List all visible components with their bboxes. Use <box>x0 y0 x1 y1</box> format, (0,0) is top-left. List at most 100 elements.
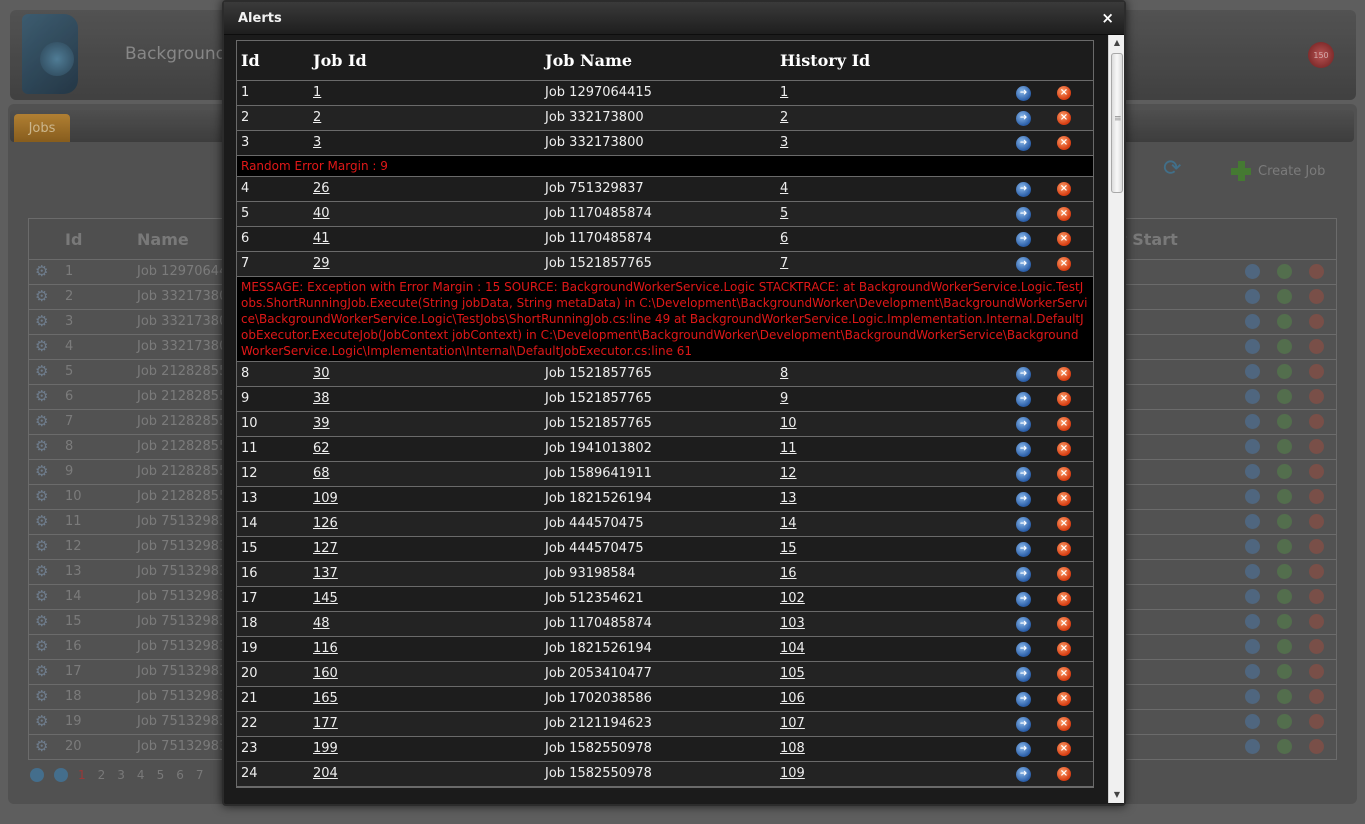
delete-alert-icon[interactable]: × <box>1057 417 1071 431</box>
view-details-icon[interactable]: ➜ <box>1016 182 1031 197</box>
job-id-link[interactable]: 68 <box>313 466 330 481</box>
view-details-icon[interactable]: ➜ <box>1016 742 1031 757</box>
delete-alert-icon[interactable]: × <box>1057 367 1071 381</box>
job-id-link[interactable]: 126 <box>313 516 338 531</box>
view-details-icon[interactable]: ➜ <box>1016 692 1031 707</box>
view-details-icon[interactable]: ➜ <box>1016 517 1031 532</box>
history-id-link[interactable]: 7 <box>780 256 788 271</box>
history-id-link[interactable]: 105 <box>780 666 805 681</box>
job-id-link[interactable]: 40 <box>313 206 330 221</box>
view-details-icon[interactable]: ➜ <box>1016 111 1031 126</box>
job-id-link[interactable]: 26 <box>313 181 330 196</box>
history-id-link[interactable]: 109 <box>780 766 805 781</box>
view-details-icon[interactable]: ➜ <box>1016 467 1031 482</box>
job-id-link[interactable]: 127 <box>313 541 338 556</box>
view-details-icon[interactable]: ➜ <box>1016 492 1031 507</box>
job-id-link[interactable]: 48 <box>313 616 330 631</box>
view-details-icon[interactable]: ➜ <box>1016 542 1031 557</box>
history-id-link[interactable]: 3 <box>780 135 788 150</box>
view-details-icon[interactable]: ➜ <box>1016 367 1031 382</box>
job-id-link[interactable]: 177 <box>313 716 338 731</box>
view-details-icon[interactable]: ➜ <box>1016 567 1031 582</box>
job-id-link[interactable]: 204 <box>313 766 338 781</box>
delete-alert-icon[interactable]: × <box>1057 392 1071 406</box>
delete-alert-icon[interactable]: × <box>1057 86 1071 100</box>
view-details-icon[interactable]: ➜ <box>1016 232 1031 247</box>
view-details-icon[interactable]: ➜ <box>1016 442 1031 457</box>
delete-alert-icon[interactable]: × <box>1057 182 1071 196</box>
scroll-up-arrow-icon[interactable]: ▲ <box>1109 35 1125 51</box>
history-id-link[interactable]: 12 <box>780 466 797 481</box>
job-id-link[interactable]: 3 <box>313 135 321 150</box>
delete-alert-icon[interactable]: × <box>1057 517 1071 531</box>
history-id-link[interactable]: 6 <box>780 231 788 246</box>
delete-alert-icon[interactable]: × <box>1057 567 1071 581</box>
close-icon[interactable]: × <box>1101 10 1114 26</box>
history-id-link[interactable]: 5 <box>780 206 788 221</box>
job-id-link[interactable]: 2 <box>313 110 321 125</box>
view-details-icon[interactable]: ➜ <box>1016 667 1031 682</box>
history-id-link[interactable]: 106 <box>780 691 805 706</box>
history-id-link[interactable]: 107 <box>780 716 805 731</box>
history-id-link[interactable]: 103 <box>780 616 805 631</box>
job-id-link[interactable]: 38 <box>313 391 330 406</box>
history-id-link[interactable]: 102 <box>780 591 805 606</box>
history-id-link[interactable]: 4 <box>780 181 788 196</box>
delete-alert-icon[interactable]: × <box>1057 717 1071 731</box>
delete-alert-icon[interactable]: × <box>1057 767 1071 781</box>
delete-alert-icon[interactable]: × <box>1057 257 1071 271</box>
delete-alert-icon[interactable]: × <box>1057 232 1071 246</box>
job-id-link[interactable]: 39 <box>313 416 330 431</box>
modal-titlebar[interactable]: Alerts × <box>224 2 1124 35</box>
history-id-link[interactable]: 1 <box>780 85 788 100</box>
delete-alert-icon[interactable]: × <box>1057 742 1071 756</box>
history-id-link[interactable]: 13 <box>780 491 797 506</box>
view-details-icon[interactable]: ➜ <box>1016 207 1031 222</box>
history-id-link[interactable]: 108 <box>780 741 805 756</box>
scroll-down-arrow-icon[interactable]: ▼ <box>1109 787 1125 803</box>
history-id-link[interactable]: 16 <box>780 566 797 581</box>
job-id-link[interactable]: 29 <box>313 256 330 271</box>
delete-alert-icon[interactable]: × <box>1057 692 1071 706</box>
history-id-link[interactable]: 9 <box>780 391 788 406</box>
view-details-icon[interactable]: ➜ <box>1016 717 1031 732</box>
delete-alert-icon[interactable]: × <box>1057 667 1071 681</box>
delete-alert-icon[interactable]: × <box>1057 642 1071 656</box>
history-id-link[interactable]: 15 <box>780 541 797 556</box>
modal-scrollbar[interactable]: ▲ ▼ <box>1108 35 1124 803</box>
job-id-link[interactable]: 137 <box>313 566 338 581</box>
job-id-link[interactable]: 1 <box>313 85 321 100</box>
scroll-thumb[interactable] <box>1111 53 1123 193</box>
job-id-link[interactable]: 109 <box>313 491 338 506</box>
view-details-icon[interactable]: ➜ <box>1016 767 1031 782</box>
history-id-link[interactable]: 104 <box>780 641 805 656</box>
job-id-link[interactable]: 160 <box>313 666 338 681</box>
delete-alert-icon[interactable]: × <box>1057 592 1071 606</box>
job-id-link[interactable]: 30 <box>313 366 330 381</box>
delete-alert-icon[interactable]: × <box>1057 136 1071 150</box>
delete-alert-icon[interactable]: × <box>1057 542 1071 556</box>
view-details-icon[interactable]: ➜ <box>1016 86 1031 101</box>
view-details-icon[interactable]: ➜ <box>1016 417 1031 432</box>
history-id-link[interactable]: 14 <box>780 516 797 531</box>
delete-alert-icon[interactable]: × <box>1057 207 1071 221</box>
view-details-icon[interactable]: ➜ <box>1016 136 1031 151</box>
view-details-icon[interactable]: ➜ <box>1016 257 1031 272</box>
job-id-link[interactable]: 199 <box>313 741 338 756</box>
delete-alert-icon[interactable]: × <box>1057 492 1071 506</box>
job-id-link[interactable]: 41 <box>313 231 330 246</box>
delete-alert-icon[interactable]: × <box>1057 442 1071 456</box>
history-id-link[interactable]: 8 <box>780 366 788 381</box>
history-id-link[interactable]: 2 <box>780 110 788 125</box>
delete-alert-icon[interactable]: × <box>1057 467 1071 481</box>
view-details-icon[interactable]: ➜ <box>1016 642 1031 657</box>
history-id-link[interactable]: 10 <box>780 416 797 431</box>
job-id-link[interactable]: 165 <box>313 691 338 706</box>
view-details-icon[interactable]: ➜ <box>1016 617 1031 632</box>
job-id-link[interactable]: 62 <box>313 441 330 456</box>
view-details-icon[interactable]: ➜ <box>1016 592 1031 607</box>
view-details-icon[interactable]: ➜ <box>1016 392 1031 407</box>
delete-alert-icon[interactable]: × <box>1057 111 1071 125</box>
job-id-link[interactable]: 116 <box>313 641 338 656</box>
delete-alert-icon[interactable]: × <box>1057 617 1071 631</box>
